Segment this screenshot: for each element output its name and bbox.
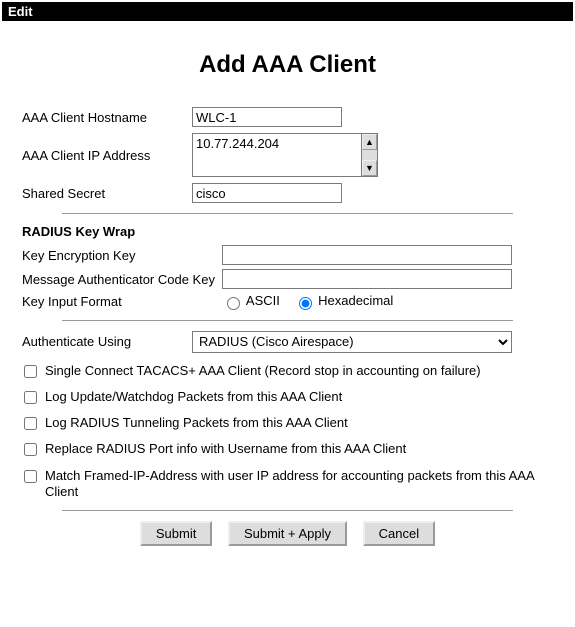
page: Add AAA Client AAA Client Hostname AAA C… (0, 23, 575, 562)
kif-ascii-radio[interactable] (227, 297, 240, 310)
ip-label: AAA Client IP Address (22, 148, 192, 163)
hostname-label: AAA Client Hostname (22, 110, 192, 125)
kif-hex-label: Hexadecimal (318, 293, 393, 308)
auth-using-select[interactable]: RADIUS (Cisco Airespace) (192, 331, 512, 353)
hostname-input[interactable] (192, 107, 342, 127)
chk-log-tunneling-label: Log RADIUS Tunneling Packets from this A… (45, 415, 348, 431)
chk-log-watchdog-label: Log Update/Watchdog Packets from this AA… (45, 389, 342, 405)
kif-ascii-option[interactable]: ASCII (222, 293, 284, 308)
separator-1 (62, 213, 513, 214)
chk-match-framed-ip[interactable] (24, 470, 37, 483)
window-titlebar: Edit (2, 2, 573, 21)
mack-label: Message Authenticator Code Key (22, 272, 222, 287)
chk-replace-port-label: Replace RADIUS Port info with Username f… (45, 441, 406, 457)
kif-hex-radio[interactable] (299, 297, 312, 310)
kek-label: Key Encryption Key (22, 248, 222, 263)
kek-input[interactable] (222, 245, 512, 265)
kif-ascii-label: ASCII (246, 293, 280, 308)
kif-label: Key Input Format (22, 294, 222, 309)
separator-2 (62, 320, 513, 321)
menu-edit[interactable]: Edit (8, 4, 33, 19)
submit-apply-button[interactable]: Submit + Apply (228, 521, 347, 546)
cancel-button[interactable]: Cancel (363, 521, 435, 546)
button-bar: Submit Submit + Apply Cancel (22, 521, 553, 546)
chk-single-connect-label: Single Connect TACACS+ AAA Client (Recor… (45, 363, 481, 379)
mack-input[interactable] (222, 269, 512, 289)
chk-match-framed-ip-label: Match Framed-IP-Address with user IP add… (45, 468, 553, 501)
chk-single-connect[interactable] (24, 365, 37, 378)
submit-button[interactable]: Submit (140, 521, 212, 546)
secret-input[interactable] (192, 183, 342, 203)
page-title: Add AAA Client (22, 51, 553, 79)
chk-log-tunneling[interactable] (24, 417, 37, 430)
chk-replace-port[interactable] (24, 443, 37, 456)
auth-using-label: Authenticate Using (22, 334, 192, 349)
chk-log-watchdog[interactable] (24, 391, 37, 404)
separator-3 (62, 510, 513, 511)
secret-label: Shared Secret (22, 186, 192, 201)
kif-hex-option[interactable]: Hexadecimal (294, 293, 394, 308)
ip-spin-down[interactable]: ▼ (362, 160, 377, 176)
kif-radio-group: ASCII Hexadecimal (222, 293, 403, 310)
ip-spinner: ▲ ▼ (362, 133, 378, 177)
keywrap-section-title: RADIUS Key Wrap (22, 224, 553, 239)
ip-spin-up[interactable]: ▲ (362, 134, 377, 150)
ip-input[interactable]: 10.77.244.204 (192, 133, 362, 177)
ip-address-box: 10.77.244.204 ▲ ▼ (192, 133, 378, 177)
